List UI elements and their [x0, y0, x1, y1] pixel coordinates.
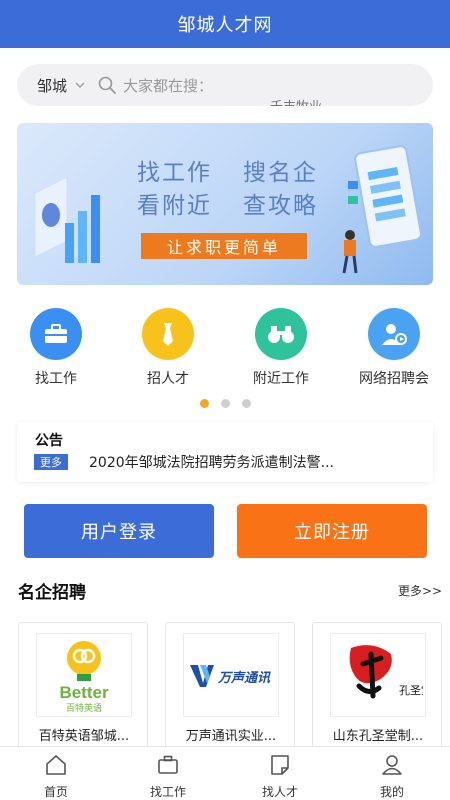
notice-text[interactable]: 2020年邹城法院招聘劳务派遣制法警...: [89, 452, 334, 472]
section-title-companies: 名企招聘: [18, 583, 86, 603]
bottom-nav: 首页 找工作 找人才 我的: [0, 746, 450, 800]
quick-link-recruit[interactable]: 招人才: [118, 308, 218, 388]
company-logo: 孔圣堂: [330, 633, 426, 717]
notice-title: 公告: [35, 433, 63, 449]
page-title: 邹城人才网: [177, 15, 273, 36]
company-logo: Better 百特英语: [36, 633, 132, 717]
nav-home[interactable]: 首页: [0, 753, 112, 800]
banner-text-guide: 查攻略: [243, 193, 318, 219]
video-user-icon: [368, 308, 420, 360]
banner-text-search-company: 搜名企: [243, 160, 318, 186]
binoculars-icon: [255, 308, 307, 360]
app-header: 邹城人才网: [0, 0, 450, 48]
quick-link-nearby[interactable]: 附近工作: [231, 308, 331, 388]
hot-search-term[interactable]: 千丰牧业: [270, 96, 322, 106]
chevron-down-icon[interactable]: [75, 80, 85, 90]
quick-link-label: 找工作: [35, 371, 77, 387]
search-placeholder[interactable]: 大家都在搜：: [123, 75, 213, 96]
company-name: 山东孔圣堂制...: [332, 729, 424, 744]
nav-label: 找工作: [149, 785, 186, 799]
briefcase-icon: [158, 755, 178, 774]
nav-mine[interactable]: 我的: [336, 753, 448, 800]
quick-link-find-job[interactable]: 找工作: [6, 308, 106, 388]
promo-banner[interactable]: 找工作 搜名企 看附近 查攻略 让求职更简单: [17, 123, 433, 285]
notice-panel[interactable]: 公告 更多 2020年邹城法院招聘劳务派遣制法警...: [17, 422, 433, 482]
city-selector[interactable]: 邹城: [37, 75, 67, 96]
carousel-dot-active[interactable]: [200, 399, 209, 408]
company-card[interactable]: 万声通讯 万声通讯实业...: [165, 622, 295, 750]
briefcase-icon: [30, 308, 82, 360]
company-name: 万声通讯实业...: [185, 729, 277, 744]
phone-person-illustration: [342, 145, 422, 274]
login-button[interactable]: 用户登录: [24, 504, 214, 558]
nav-find-job[interactable]: 找工作: [112, 753, 224, 800]
company-name: 百特英语邹城...: [38, 729, 130, 744]
nav-label: 首页: [43, 785, 68, 799]
search-bar[interactable]: 邹城 大家都在搜： 千丰牧业: [17, 64, 433, 106]
banner-text-find-job: 找工作: [137, 160, 212, 186]
carousel-indicator: [200, 399, 260, 409]
company-logo-text: Better: [59, 683, 109, 702]
tie-icon: [142, 308, 194, 360]
notice-more-badge[interactable]: 更多: [34, 454, 68, 470]
banner-text-nearby: 看附近: [137, 193, 212, 219]
company-logo-subtext: 百特英语: [66, 702, 102, 714]
banner-slogan: 让求职更简单: [141, 233, 307, 259]
quick-link-label: 附近工作: [253, 371, 309, 387]
company-logo-text: 万声通讯: [217, 670, 271, 686]
document-icon: [271, 755, 289, 775]
quick-link-label: 招人才: [147, 371, 189, 387]
carousel-dot[interactable]: [221, 399, 230, 408]
search-icon: [98, 76, 116, 94]
company-logo-text: 孔圣堂: [399, 684, 423, 697]
nav-find-talent[interactable]: 找人才: [224, 753, 336, 800]
company-logo: 万声通讯: [183, 633, 279, 717]
carousel-dot[interactable]: [242, 399, 251, 408]
company-card[interactable]: Better 百特英语 百特英语邹城...: [18, 622, 148, 750]
user-icon: [382, 755, 402, 775]
bar-chart-illustration: [34, 176, 100, 263]
quick-link-label: 网络招聘会: [359, 371, 429, 387]
nav-label: 我的: [379, 785, 404, 799]
home-icon: [46, 755, 66, 775]
register-button[interactable]: 立即注册: [237, 504, 427, 558]
quick-links: 找工作 招人才 附近工作 网络招聘会: [0, 308, 450, 388]
companies-more-link[interactable]: 更多>>: [398, 582, 442, 599]
company-card[interactable]: 孔圣堂 山东孔圣堂制...: [312, 622, 442, 750]
nav-label: 找人才: [261, 785, 298, 799]
quick-link-online-fair[interactable]: 网络招聘会: [344, 308, 444, 388]
